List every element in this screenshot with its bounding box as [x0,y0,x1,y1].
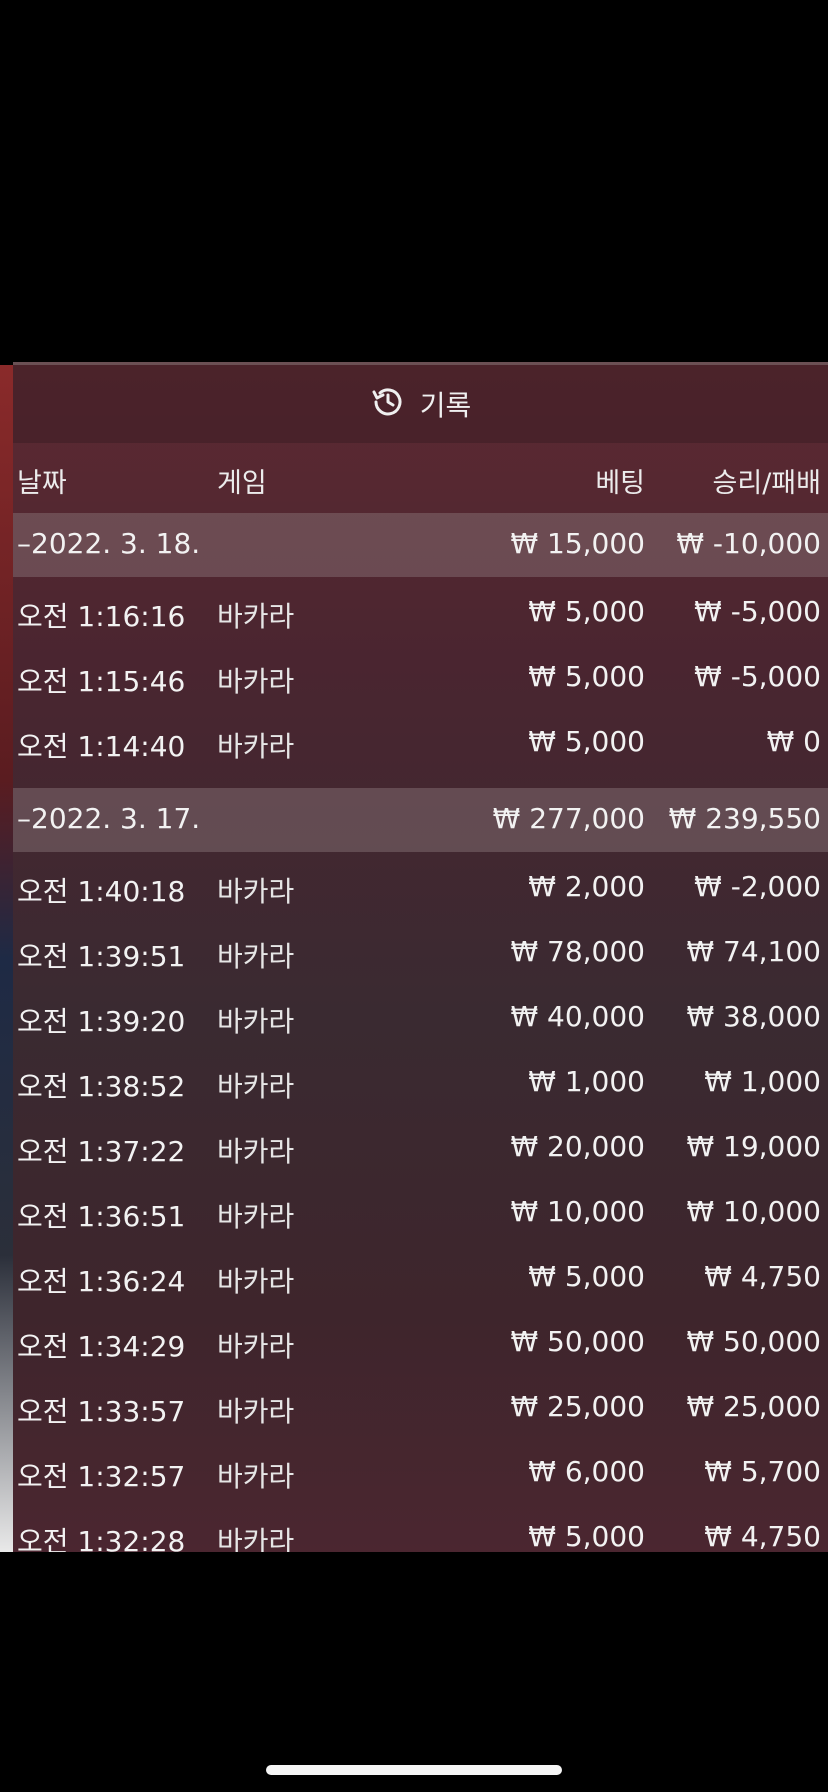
row-game: 바카라 [217,730,295,763]
table-row[interactable]: 오전 1:32:28 바카라 ₩ 5,000 ₩ 4,750 [13,1506,828,1552]
row-bet: ₩ 78,000 [510,935,645,968]
table-row[interactable]: 오전 1:32:57 바카라 ₩ 6,000 ₩ 5,700 [13,1441,828,1506]
history-panel: 기록 날짜 게임 베팅 승리/패배 –2022. 3. 18. ₩ 15,000 ₩… [13,362,828,1552]
group-result-total: ₩ 239,550 [668,802,821,835]
row-result: ₩ 10,000 [686,1195,821,1228]
row-time: 오전 1:36:51 [17,1200,186,1233]
row-bet: ₩ 5,000 [528,660,645,693]
column-header-bet[interactable]: 베팅 [595,461,645,500]
row-result: ₩ 19,000 [686,1130,821,1163]
row-result: ₩ 5,700 [704,1455,821,1488]
row-result: ₩ -5,000 [694,595,821,628]
row-result: ₩ -5,000 [694,660,821,693]
row-game: 바카라 [217,1330,295,1363]
row-bet: ₩ 10,000 [510,1195,645,1228]
row-time: 오전 1:32:57 [17,1460,186,1493]
table-row[interactable]: 오전 1:33:57 바카라 ₩ 25,000 ₩ 25,000 [13,1376,828,1441]
date-group-header[interactable]: –2022. 3. 18. ₩ 15,000 ₩ -10,000 [13,513,828,577]
column-header-result[interactable]: 승리/패배 [713,461,821,500]
row-bet: ₩ 40,000 [510,1000,645,1033]
row-result: ₩ 4,750 [704,1520,821,1552]
row-game: 바카라 [217,940,295,973]
row-result: ₩ 74,100 [686,935,821,968]
table-header: 날짜 게임 베팅 승리/패배 [13,443,828,513]
row-game: 바카라 [217,1005,295,1038]
row-game: 바카라 [217,1395,295,1428]
row-time: 오전 1:32:28 [17,1525,186,1552]
row-game: 바카라 [217,1525,295,1552]
column-header-date[interactable]: 날짜 [17,461,67,500]
group-date: –2022. 3. 18. [17,527,201,560]
row-time: 오전 1:33:57 [17,1395,186,1428]
row-time: 오전 1:34:29 [17,1330,186,1363]
row-bet: ₩ 1,000 [528,1065,645,1098]
date-group-header[interactable]: –2022. 3. 17. ₩ 277,000 ₩ 239,550 [13,788,828,852]
group-date: –2022. 3. 17. [17,802,201,835]
row-bet: ₩ 25,000 [510,1390,645,1423]
row-result: ₩ 50,000 [686,1325,821,1358]
row-game: 바카라 [217,875,295,908]
table-row[interactable]: 오전 1:39:51 바카라 ₩ 78,000 ₩ 74,100 [13,921,828,986]
group-bet-total: ₩ 15,000 [510,527,645,560]
table-row[interactable]: 오전 1:37:22 바카라 ₩ 20,000 ₩ 19,000 [13,1116,828,1181]
row-bet: ₩ 5,000 [528,1260,645,1293]
row-game: 바카라 [217,1460,295,1493]
row-game: 바카라 [217,600,295,633]
row-game: 바카라 [217,665,295,698]
row-time: 오전 1:39:51 [17,940,186,973]
row-bet: ₩ 5,000 [528,725,645,758]
row-bet: ₩ 50,000 [510,1325,645,1358]
row-bet: ₩ 5,000 [528,1520,645,1552]
row-result: ₩ 4,750 [704,1260,821,1293]
row-time: 오전 1:14:40 [17,730,186,763]
row-game: 바카라 [217,1265,295,1298]
row-result: ₩ -2,000 [694,870,821,903]
row-time: 오전 1:38:52 [17,1070,186,1103]
table-row[interactable]: 오전 1:38:52 바카라 ₩ 1,000 ₩ 1,000 [13,1051,828,1116]
table-row[interactable]: 오전 1:16:16 바카라 ₩ 5,000 ₩ -5,000 [13,581,828,646]
row-game: 바카라 [217,1135,295,1168]
row-result: ₩ 25,000 [686,1390,821,1423]
row-time: 오전 1:36:24 [17,1265,186,1298]
row-bet: ₩ 5,000 [528,595,645,628]
column-header-game[interactable]: 게임 [217,461,267,500]
background-app-strip [0,365,13,1552]
row-result: ₩ 38,000 [686,1000,821,1033]
table-row[interactable]: 오전 1:36:24 바카라 ₩ 5,000 ₩ 4,750 [13,1246,828,1311]
page-title: 기록 [419,389,472,422]
row-result: ₩ 1,000 [704,1065,821,1098]
row-time: 오전 1:16:16 [17,600,186,633]
row-bet: ₩ 2,000 [528,870,645,903]
row-bet: ₩ 6,000 [528,1455,645,1488]
home-indicator[interactable] [266,1765,562,1775]
group-bet-total: ₩ 277,000 [492,802,645,835]
row-game: 바카라 [217,1070,295,1103]
row-time: 오전 1:37:22 [17,1135,186,1168]
row-result: ₩ 0 [766,725,821,758]
row-time: 오전 1:15:46 [17,665,186,698]
table-row[interactable]: 오전 1:34:29 바카라 ₩ 50,000 ₩ 50,000 [13,1311,828,1376]
row-time: 오전 1:39:20 [17,1005,186,1038]
row-game: 바카라 [217,1200,295,1233]
table-row[interactable]: 오전 1:39:20 바카라 ₩ 40,000 ₩ 38,000 [13,986,828,1051]
table-row[interactable]: 오전 1:14:40 바카라 ₩ 5,000 ₩ 0 [13,711,828,776]
history-title-bar: 기록 [13,365,828,443]
row-bet: ₩ 20,000 [510,1130,645,1163]
table-row[interactable]: 오전 1:40:18 바카라 ₩ 2,000 ₩ -2,000 [13,856,828,921]
table-row[interactable]: 오전 1:15:46 바카라 ₩ 5,000 ₩ -5,000 [13,646,828,711]
row-time: 오전 1:40:18 [17,875,186,908]
history-icon [370,384,406,424]
table-row[interactable]: 오전 1:36:51 바카라 ₩ 10,000 ₩ 10,000 [13,1181,828,1246]
group-result-total: ₩ -10,000 [676,527,821,560]
